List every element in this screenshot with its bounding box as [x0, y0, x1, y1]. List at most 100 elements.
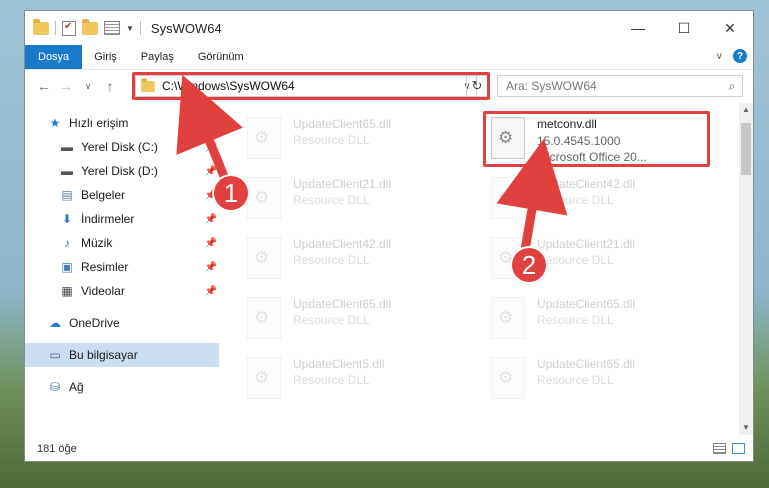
sidebar-item-label: Belgeler [81, 188, 126, 202]
maximize-button[interactable]: ☐ [661, 11, 707, 45]
file-type: Resource DLL [537, 313, 614, 327]
file-type: Resource DLL [537, 373, 614, 387]
ribbon-tabs: Dosya Giriş Paylaş Görünüm ∨ ? [25, 45, 753, 70]
tab-view[interactable]: Görünüm [186, 45, 256, 69]
search-box[interactable]: Ara: SysWOW64 ⌕ [497, 75, 743, 97]
sidebar-item-pictures[interactable]: ▣ Resimler 📌 [59, 255, 217, 279]
pin-icon[interactable]: 📌 [205, 142, 217, 153]
pin-icon[interactable]: 📌 [205, 238, 217, 249]
sidebar-item-downloads[interactable]: ⬇ İndirmeler 📌 [59, 207, 217, 231]
file-item[interactable]: UpdateClient65.dll Resource DLL [247, 297, 477, 353]
computer-icon: ▭ [49, 348, 61, 362]
vertical-scrollbar[interactable]: ▲ ▼ [739, 103, 753, 435]
sidebar-item-this-pc[interactable]: ▭ Bu bilgisayar [25, 343, 219, 367]
recent-locations-icon[interactable]: ∨ [77, 81, 99, 92]
up-arrow-icon[interactable]: ↑ [99, 78, 121, 94]
file-type: Resource DLL [293, 193, 370, 207]
sidebar-item-documents[interactable]: ▤ Belgeler 📌 [59, 183, 217, 207]
navigation-pane: ★ Hızlı erişim ▬ Yerel Disk (C:) 📌 ▬ Yer… [25, 103, 219, 435]
file-name: UpdateClient42.dll [293, 237, 392, 251]
sidebar-item-disk-c[interactable]: ▬ Yerel Disk (C:) 📌 [59, 135, 217, 159]
sidebar-item-label: Videolar [81, 284, 125, 298]
pin-icon[interactable]: 📌 [205, 262, 217, 273]
chevron-down-icon[interactable]: ▼ [126, 24, 134, 33]
sidebar-item-quick-access[interactable]: ★ Hızlı erişim [47, 111, 217, 135]
new-folder-icon[interactable] [82, 18, 98, 35]
file-type: Resource DLL [293, 133, 370, 147]
divider [139, 21, 141, 35]
properties-check-icon[interactable] [62, 20, 76, 36]
minimize-button[interactable]: — [615, 11, 661, 45]
file-type: Resource DLL [293, 313, 370, 327]
sidebar-item-label: OneDrive [69, 316, 120, 330]
file-item[interactable]: UpdateClient5.dll Resource DLL [247, 357, 477, 413]
pin-icon[interactable]: 📌 [205, 166, 217, 177]
pictures-icon: ▣ [61, 260, 73, 274]
file-type: Resource DLL [293, 253, 370, 267]
file-item[interactable]: UpdateClient65.dll Resource DLL [491, 357, 721, 413]
cloud-icon: ☁ [49, 316, 61, 330]
file-name: UpdateClient65.dll [293, 297, 392, 311]
file-item[interactable]: UpdateClient21.dll Resource DLL [247, 177, 477, 233]
music-icon: ♪ [64, 236, 70, 250]
network-icon: ⛁ [49, 380, 61, 394]
dll-file-icon [491, 177, 525, 219]
pin-icon[interactable]: 📌 [205, 286, 217, 297]
status-bar: 181 öğe [25, 437, 753, 461]
tab-home[interactable]: Giriş [82, 45, 129, 69]
file-item[interactable]: UpdateClient65.dll Resource DLL [491, 297, 721, 353]
search-icon[interactable]: ⌕ [722, 79, 742, 94]
sidebar-item-label: İndirmeler [81, 212, 135, 226]
documents-icon: ▤ [61, 188, 73, 202]
file-name: UpdateClient5.dll [293, 357, 385, 371]
sidebar-item-label: Ağ [69, 380, 84, 394]
details-view-icon[interactable] [713, 443, 726, 454]
scroll-up-icon[interactable]: ▲ [739, 103, 753, 117]
file-item[interactable]: UpdateClient42.dll Resource DLL [247, 237, 477, 293]
file-item[interactable]: UpdateClient42.dll Resource DLL [491, 177, 721, 233]
help-icon[interactable]: ? [733, 49, 747, 63]
sidebar-item-label: Resimler [81, 260, 129, 274]
expand-ribbon-icon[interactable]: ∨ [716, 51, 723, 62]
sidebar-item-network[interactable]: ⛁ Ağ [47, 375, 217, 399]
file-item[interactable]: UpdateClient65.dll Resource DLL [247, 117, 477, 173]
dll-file-icon [247, 357, 281, 399]
scroll-thumb[interactable] [741, 123, 751, 175]
address-highlight-box [132, 72, 490, 100]
file-type: Resource DLL [293, 373, 370, 387]
navigation-bar: ← → ∨ ↑ C:\Windows\SysWOW64 ∨ ↻ Ara: Sys… [25, 70, 753, 102]
sidebar-item-disk-d[interactable]: ▬ Yerel Disk (D:) 📌 [59, 159, 217, 183]
window-title: SysWOW64 [150, 20, 222, 36]
main-content: ★ Hızlı erişim ▬ Yerel Disk (C:) 📌 ▬ Yer… [25, 103, 753, 435]
sidebar-item-label: Hızlı erişim [69, 116, 129, 130]
file-name: UpdateClient21.dll [537, 237, 636, 251]
explorer-window: ▼ SysWOW64 — ☐ ✕ Dosya Giriş Paylaş Görü… [24, 10, 754, 462]
title-bar: ▼ SysWOW64 — ☐ ✕ [25, 11, 753, 45]
customize-icon[interactable] [104, 21, 120, 35]
sidebar-item-music[interactable]: ♪ Müzik 📌 [59, 231, 217, 255]
sidebar-item-label: Yerel Disk (C:) [81, 140, 158, 154]
sidebar-item-label: Yerel Disk (D:) [81, 164, 158, 178]
file-name: UpdateClient21.dll [293, 177, 392, 191]
sidebar-item-onedrive[interactable]: ☁ OneDrive [47, 311, 217, 335]
sidebar-item-label: Müzik [81, 236, 113, 250]
callout-two: 2 [510, 246, 548, 284]
file-type: Resource DLL [537, 253, 614, 267]
pin-icon[interactable]: 📌 [205, 214, 217, 225]
forward-arrow-icon[interactable]: → [55, 78, 77, 94]
video-icon: ▦ [61, 284, 73, 298]
search-input[interactable]: Ara: SysWOW64 [506, 79, 722, 93]
scroll-down-icon[interactable]: ▼ [739, 421, 753, 435]
download-icon: ⬇ [61, 212, 73, 226]
back-arrow-icon[interactable]: ← [33, 78, 55, 94]
file-type: Resource DLL [537, 193, 614, 207]
tab-share[interactable]: Paylaş [129, 45, 186, 69]
dll-file-icon [247, 237, 281, 279]
file-name: UpdateClient42.dll [537, 177, 636, 191]
sidebar-item-videos[interactable]: ▦ Videolar 📌 [59, 279, 217, 303]
file-list: UpdateClient65.dll Resource DLL UpdateCl… [219, 103, 739, 435]
close-button[interactable]: ✕ [707, 11, 753, 45]
callout-one: 1 [212, 174, 250, 212]
tab-file[interactable]: Dosya [25, 45, 83, 69]
large-icons-view-icon[interactable] [732, 443, 745, 454]
